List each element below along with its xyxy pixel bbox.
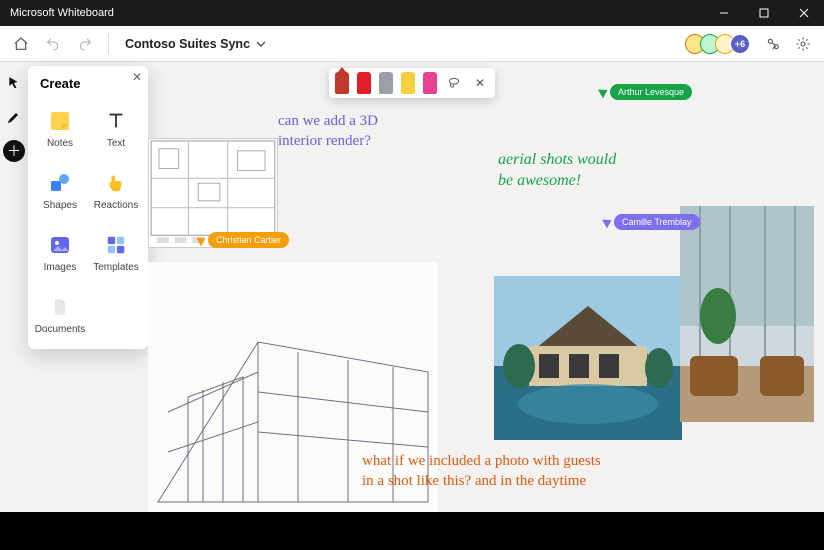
pen-gray[interactable] — [379, 72, 393, 94]
settings-button[interactable] — [790, 31, 816, 57]
ink-note-guests[interactable]: what if we included a photo with guests … — [362, 452, 601, 491]
pen-tray: .pen:nth-child(1)::before{border-bottom:… — [329, 68, 495, 98]
create-images[interactable]: Images — [34, 223, 86, 281]
tool-label: Templates — [93, 262, 139, 273]
create-panel-title: Create — [34, 74, 142, 99]
create-documents[interactable]: Documents — [34, 285, 86, 343]
close-panel-button[interactable]: ✕ — [132, 70, 142, 84]
avatar-overflow-count: +6 — [735, 39, 745, 49]
app-toolbar: Contoso Suites Sync +6 — [0, 26, 824, 62]
tool-label: Shapes — [43, 200, 77, 211]
note-icon — [47, 108, 73, 134]
ink-tool[interactable] — [3, 106, 25, 128]
app-title: Microsoft Whiteboard — [10, 7, 114, 19]
undo-button[interactable] — [40, 31, 66, 57]
share-button[interactable] — [760, 31, 786, 57]
templates-icon — [103, 232, 129, 258]
bottom-bar — [0, 512, 824, 550]
user-presence-christian: Christian Cartier — [198, 232, 289, 248]
tool-label: Reactions — [94, 200, 138, 211]
tool-label: Text — [107, 138, 125, 149]
pen-red[interactable] — [357, 72, 371, 94]
close-icon: ✕ — [475, 76, 485, 90]
image-house[interactable] — [494, 276, 682, 440]
user-label: Camille Tremblay — [614, 214, 700, 230]
add-button[interactable]: ＋ — [3, 140, 25, 162]
home-button[interactable] — [8, 31, 34, 57]
user-label: Arthur Levesque — [610, 84, 692, 100]
cursor-icon — [602, 216, 614, 229]
create-reactions[interactable]: Reactions — [90, 161, 142, 219]
create-text[interactable]: Text — [90, 99, 142, 157]
image-lobby[interactable] — [680, 206, 814, 422]
pen-pink[interactable] — [423, 72, 437, 94]
avatar-overflow[interactable]: +6 — [730, 34, 750, 54]
reactions-icon — [103, 170, 129, 196]
text-icon — [103, 108, 129, 134]
cursor-icon — [196, 234, 208, 247]
minimize-button[interactable] — [704, 0, 744, 26]
chevron-down-icon — [256, 39, 266, 49]
left-rail: ＋ — [0, 62, 28, 162]
ink-note-aerial[interactable]: aerial shots would be awesome! — [498, 150, 616, 192]
user-label: Christian Cartier — [208, 232, 289, 248]
tool-label: Documents — [35, 324, 86, 335]
presence-avatars[interactable]: +6 — [690, 34, 750, 54]
close-icon: ✕ — [132, 70, 142, 84]
tool-label: Notes — [47, 138, 73, 149]
cursor-icon — [598, 86, 610, 99]
tool-label: Images — [44, 262, 77, 273]
maximize-button[interactable] — [744, 0, 784, 26]
create-notes[interactable]: Notes — [34, 99, 86, 157]
create-panel: ✕ Create Notes Text Shapes Reacti — [28, 66, 148, 349]
close-pentray-button[interactable]: ✕ — [471, 74, 489, 92]
close-window-button[interactable] — [784, 0, 824, 26]
ink-note-render3d[interactable]: can we add a 3D interior render? — [278, 112, 378, 151]
create-shapes[interactable]: Shapes — [34, 161, 86, 219]
create-templates[interactable]: Templates — [90, 223, 142, 281]
plus-icon: ＋ — [7, 141, 21, 161]
select-tool[interactable] — [3, 72, 25, 94]
documents-icon — [47, 294, 73, 320]
toolbar-divider — [108, 34, 109, 54]
pen-red-dark[interactable]: .pen:nth-child(1)::before{border-bottom:… — [335, 72, 349, 94]
whiteboard-canvas[interactable]: ＋ ✕ Create Notes Text Shapes — [0, 62, 824, 512]
board-name-label: Contoso Suites Sync — [125, 37, 250, 51]
pen-yellow[interactable] — [401, 72, 415, 94]
user-presence-arthur: Arthur Levesque — [600, 84, 692, 100]
shapes-icon — [47, 170, 73, 196]
user-presence-camille: Camille Tremblay — [604, 214, 700, 230]
titlebar: Microsoft Whiteboard — [0, 0, 824, 26]
board-name-dropdown[interactable]: Contoso Suites Sync — [119, 33, 272, 55]
images-icon — [47, 232, 73, 258]
redo-button[interactable] — [72, 31, 98, 57]
lasso-tool[interactable] — [445, 74, 463, 92]
